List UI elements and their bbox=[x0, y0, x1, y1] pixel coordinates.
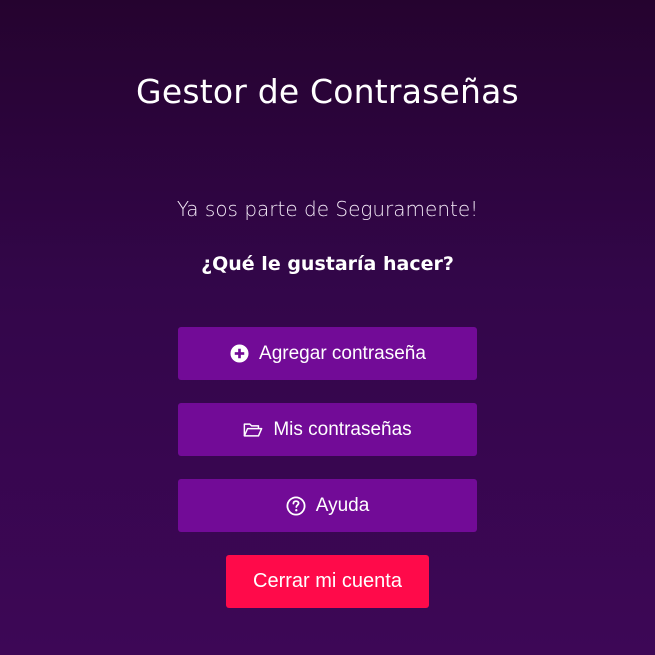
my-passwords-label: Mis contraseñas bbox=[273, 418, 412, 440]
plus-circle-icon bbox=[229, 344, 249, 364]
app-page: Gestor de Contraseñas Ya sos parte de Se… bbox=[0, 0, 655, 655]
question-circle-icon bbox=[286, 495, 306, 516]
add-password-button[interactable]: Agregar contraseña bbox=[178, 327, 477, 380]
help-button[interactable]: Ayuda bbox=[178, 479, 477, 532]
help-label: Ayuda bbox=[315, 494, 370, 516]
folder-open-icon bbox=[243, 420, 263, 440]
close-account-button[interactable]: Cerrar mi cuenta bbox=[226, 555, 429, 608]
page-title: Gestor de Contraseñas bbox=[136, 72, 519, 111]
my-passwords-button[interactable]: Mis contraseñas bbox=[178, 403, 477, 456]
welcome-text: Ya sos parte de Seguramente! bbox=[176, 197, 479, 221]
question-text: ¿Qué le gustaría hacer? bbox=[201, 253, 454, 275]
add-password-label: Agregar contraseña bbox=[259, 342, 426, 364]
